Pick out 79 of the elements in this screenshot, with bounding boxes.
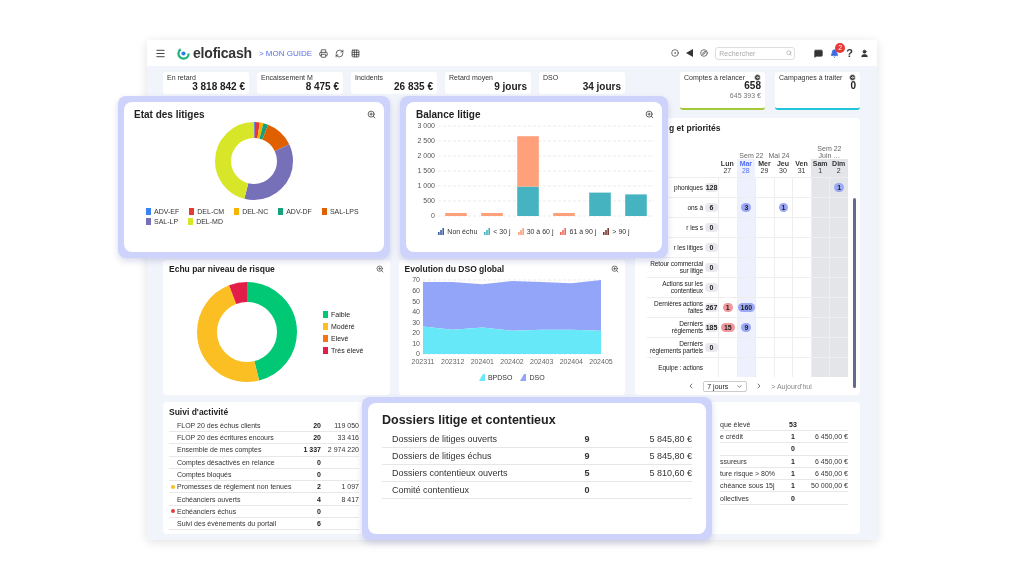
help-icon[interactable]: ? <box>846 47 853 59</box>
caret-icon <box>736 382 744 390</box>
arrow-right-icon[interactable] <box>754 74 761 81</box>
card-title: Dossiers litige et contentieux <box>382 413 556 427</box>
back-icon[interactable] <box>686 49 694 57</box>
target-icon[interactable] <box>671 49 680 57</box>
calendar-cell[interactable] <box>810 197 830 217</box>
row-count: 9 <box>583 434 591 444</box>
row-count: 5 <box>583 468 591 478</box>
panel-title: Evolution du DSO global <box>404 263 505 274</box>
menu-icon[interactable] <box>155 47 166 59</box>
refresh-icon[interactable] <box>335 48 344 58</box>
kpi-value: 658 <box>744 81 761 92</box>
calendar-cell[interactable] <box>810 337 830 357</box>
search-icon[interactable] <box>786 50 793 56</box>
legend-icon <box>478 373 485 381</box>
zoom-icon[interactable] <box>645 110 654 119</box>
calendar-cell[interactable] <box>810 177 830 197</box>
row-amount: 5 845,80 € <box>648 451 692 461</box>
row-label[interactable]: Comité contentieux <box>392 485 567 495</box>
user-icon[interactable] <box>860 48 869 58</box>
legend-icon <box>517 228 524 235</box>
calendar-cell[interactable] <box>810 357 830 377</box>
calendar-cell[interactable] <box>829 277 848 297</box>
row-count: 0 <box>583 485 591 495</box>
calendar-cell[interactable] <box>829 317 848 337</box>
row-amount: 5 810,60 € <box>648 468 692 478</box>
row-count: 9 <box>583 451 591 461</box>
calendar-cell[interactable] <box>810 217 830 237</box>
bar <box>445 213 467 216</box>
calendar-cell[interactable] <box>810 237 830 257</box>
chat-icon[interactable] <box>814 48 824 58</box>
calendar-cell[interactable] <box>829 237 848 257</box>
guide-link[interactable]: > MON GUIDE <box>258 48 312 58</box>
grid-icon[interactable] <box>351 48 360 58</box>
logo-icon <box>177 46 190 60</box>
calendar-cell[interactable] <box>810 257 830 277</box>
kpi-value: 8 475 € <box>304 81 339 92</box>
row-label[interactable]: Dossiers de litiges échus <box>392 451 567 461</box>
print-icon[interactable] <box>319 48 328 58</box>
calendar-cell[interactable] <box>810 297 830 317</box>
row-label[interactable]: Dossiers contentieux ouverts <box>392 468 567 478</box>
calendar-cell[interactable] <box>829 337 848 357</box>
row-amount: 5 845,80 € <box>648 434 692 444</box>
card-title: Balance litige <box>416 109 481 120</box>
panel-title: Suivi d'activité <box>169 406 229 417</box>
calendar-cell[interactable] <box>829 217 848 237</box>
card-title: Etat des litiges <box>134 109 205 120</box>
kpi-value: 3 818 842 € <box>191 81 245 92</box>
kpi-value: 9 jours <box>493 81 527 92</box>
scrollbar[interactable] <box>853 198 856 388</box>
zoom-icon[interactable] <box>611 264 619 273</box>
calendar-cell[interactable] <box>829 297 848 317</box>
zoom-icon[interactable] <box>375 264 384 273</box>
panel-title: g et priorités <box>668 123 721 133</box>
legend-icon <box>520 373 527 381</box>
calendar-cell[interactable] <box>810 277 830 297</box>
calendar-cell[interactable] <box>829 357 848 377</box>
arrow-right-icon[interactable] <box>849 74 856 81</box>
bar <box>481 213 503 216</box>
calendar-cell[interactable] <box>810 317 830 337</box>
legend-icon <box>484 228 491 235</box>
bar <box>553 213 575 216</box>
kpi-value: 0 <box>849 81 856 92</box>
legend-icon <box>560 228 567 235</box>
row-label[interactable]: Dossiers de litiges ouverts <box>392 434 567 444</box>
zoom-icon[interactable] <box>367 110 376 119</box>
logo-text: eloficash <box>193 45 252 61</box>
compass-icon[interactable] <box>700 49 709 57</box>
panel-title: Echu par niveau de risque <box>169 263 275 274</box>
bar <box>589 192 611 216</box>
kpi-value: 34 jours <box>581 81 621 92</box>
calendar-cell[interactable] <box>829 257 848 277</box>
bar <box>625 194 647 216</box>
kpi-value: 26 835 € <box>393 81 433 92</box>
legend-icon <box>438 228 445 235</box>
bell-icon[interactable] <box>830 48 840 58</box>
calendar-cell[interactable] <box>829 197 848 217</box>
legend-icon <box>603 228 610 235</box>
